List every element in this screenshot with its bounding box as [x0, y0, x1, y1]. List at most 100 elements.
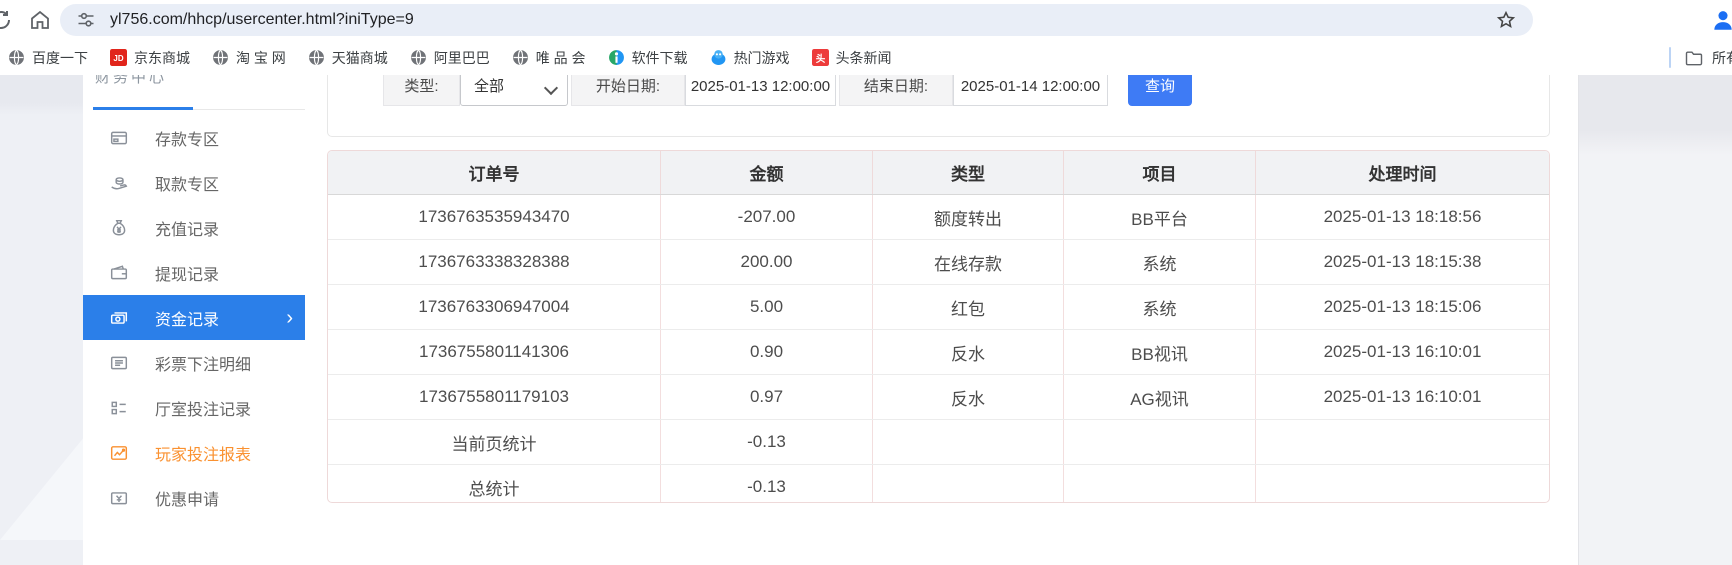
lottery-icon	[110, 354, 128, 372]
table-cell: 0.97	[661, 375, 873, 419]
table-header-cell: 处理时间	[1256, 151, 1549, 194]
bookmarks-list: 百度一下 JD 京东商城 淘 宝 网 天猫商城 阿里巴巴 唯 品 会 软件下载 …	[8, 40, 892, 75]
withdraw-icon	[110, 174, 128, 192]
records-table: 订单号金额类型项目处理时间 1736763535943470-207.00额度转…	[327, 150, 1550, 503]
start-date-label: 开始日期:	[571, 75, 685, 106]
bookmark-item[interactable]: 阿里巴巴	[410, 48, 490, 68]
type-select[interactable]: 全部	[460, 75, 568, 106]
main-content: 类型: 全部 开始日期: 2025-01-13 12:00:00 结束日期: 2…	[305, 75, 1578, 565]
sidebar-item-3[interactable]: 充值记录	[83, 205, 305, 250]
sidebar-item-7[interactable]: 厅室投注记录	[83, 385, 305, 430]
table-cell	[1064, 420, 1256, 464]
table-header-cell: 订单号	[328, 151, 661, 194]
bookmark-item[interactable]: 软件下载	[608, 48, 688, 68]
sidebar-menu: 存款专区 取款专区 充值记录 提现记录 资金记录 彩票下注明细 厅室投注记录 玩…	[83, 115, 305, 520]
bookmark-item[interactable]: 淘 宝 网	[212, 48, 286, 68]
bookmark-item[interactable]: 天猫商城	[308, 48, 388, 68]
tab-underline-track	[193, 109, 305, 110]
table-cell: 反水	[873, 330, 1064, 374]
sidebar-item-6[interactable]: 彩票下注明细	[83, 340, 305, 385]
chevron-down-icon	[544, 81, 558, 95]
svg-text:JD: JD	[113, 54, 123, 63]
bookmark-star-icon[interactable]	[1495, 9, 1517, 31]
globe-icon	[512, 49, 529, 66]
table-cell: -207.00	[661, 195, 873, 239]
table-row: 总统计-0.13	[328, 465, 1549, 503]
bookmark-item[interactable]: 百度一下	[8, 48, 88, 68]
end-date-input[interactable]: 2025-01-14 12:00:00	[953, 75, 1108, 106]
home-icon[interactable]	[28, 8, 52, 32]
decorative-triangle	[0, 365, 83, 540]
table-cell: BB视讯	[1064, 330, 1256, 374]
table-cell: 总统计	[328, 465, 661, 503]
filter-panel: 类型: 全部 开始日期: 2025-01-13 12:00:00 结束日期: 2…	[327, 75, 1550, 137]
table-cell: 1736755801141306	[328, 330, 661, 374]
table-header-cell: 金额	[661, 151, 873, 194]
table-cell: -0.13	[661, 465, 873, 503]
bookmark-item[interactable]: 头 头条新闻	[812, 48, 892, 68]
active-tab-underline	[93, 107, 193, 110]
page-left-gutter	[0, 75, 83, 565]
deposit-icon	[110, 129, 128, 147]
game-icon	[710, 49, 727, 66]
bookmark-item[interactable]: JD 京东商城	[110, 48, 190, 68]
table-body: 1736763535943470-207.00额度转出BB平台2025-01-1…	[328, 195, 1549, 503]
sidebar-item-5[interactable]: 资金记录	[83, 295, 305, 340]
table-row: 1736763338328388200.00在线存款系统2025-01-13 1…	[328, 240, 1549, 285]
sidebar-item-9[interactable]: 优惠申请	[83, 475, 305, 520]
url-text: yl756.com/hhcp/usercenter.html?iniType=9	[110, 4, 414, 36]
globe-icon	[8, 49, 25, 66]
reload-icon[interactable]	[0, 8, 13, 32]
search-button[interactable]: 查询	[1128, 75, 1192, 106]
table-cell: 额度转出	[873, 195, 1064, 239]
folder-icon	[1684, 48, 1704, 68]
toutiao-icon: 头	[812, 49, 829, 66]
all-bookmarks-folder[interactable]: 所有书签	[1684, 47, 1732, 69]
page-right-gutter	[1578, 75, 1732, 565]
table-cell: 1736755801179103	[328, 375, 661, 419]
table-cell	[873, 420, 1064, 464]
table-cell: 0.90	[661, 330, 873, 374]
sidebar-item-4[interactable]: 提现记录	[83, 250, 305, 295]
table-header-cell: 类型	[873, 151, 1064, 194]
table-cell: 1736763338328388	[328, 240, 661, 284]
browser-toolbar: yl756.com/hhcp/usercenter.html?iniType=9	[0, 0, 1732, 40]
table-cell: 反水	[873, 375, 1064, 419]
table-row: 17367558011791030.97反水AG视讯2025-01-13 16:…	[328, 375, 1549, 420]
all-bookmarks-label: 所有书签	[1712, 48, 1732, 68]
start-date-input[interactable]: 2025-01-13 12:00:00	[685, 75, 836, 106]
sidebar-item-2[interactable]: 取款专区	[83, 160, 305, 205]
table-row: 当前页统计-0.13	[328, 420, 1549, 465]
sidebar-item-8[interactable]: 玩家投注报表	[83, 430, 305, 475]
chevron-right-icon	[286, 308, 293, 328]
bookmark-item[interactable]: 唯 品 会	[512, 48, 586, 68]
promo-icon	[110, 489, 128, 507]
table-cell: 系统	[1064, 240, 1256, 284]
table-cell: -0.13	[661, 420, 873, 464]
url-bar[interactable]: yl756.com/hhcp/usercenter.html?iniType=9	[60, 4, 1533, 36]
table-cell: 当前页统计	[328, 420, 661, 464]
funds-icon	[110, 309, 128, 327]
hall-icon	[110, 399, 128, 417]
report-icon	[110, 444, 128, 462]
table-cell: 1736763306947004	[328, 285, 661, 329]
sidebar-item-1[interactable]: 存款专区	[83, 115, 305, 160]
bookmark-item[interactable]: 热门游戏	[710, 48, 790, 68]
table-cell: 在线存款	[873, 240, 1064, 284]
table-cell: AG视讯	[1064, 375, 1256, 419]
type-filter-label: 类型:	[383, 75, 460, 106]
sidebar-tab-finance-center[interactable]: 财务中心	[95, 75, 215, 89]
jd-icon: JD	[110, 49, 127, 66]
profile-avatar-icon[interactable]	[1710, 7, 1732, 33]
table-cell	[1064, 465, 1256, 503]
table-header-row: 订单号金额类型项目处理时间	[328, 151, 1549, 195]
table-cell: 200.00	[661, 240, 873, 284]
globe-icon	[410, 49, 427, 66]
table-header-cell: 项目	[1064, 151, 1256, 194]
soft-icon	[608, 49, 625, 66]
svg-text:头: 头	[815, 53, 825, 65]
site-settings-icon[interactable]	[76, 10, 96, 30]
table-cell: 2025-01-13 18:18:56	[1256, 195, 1549, 239]
globe-icon	[212, 49, 229, 66]
table-cell: 2025-01-13 16:10:01	[1256, 375, 1549, 419]
